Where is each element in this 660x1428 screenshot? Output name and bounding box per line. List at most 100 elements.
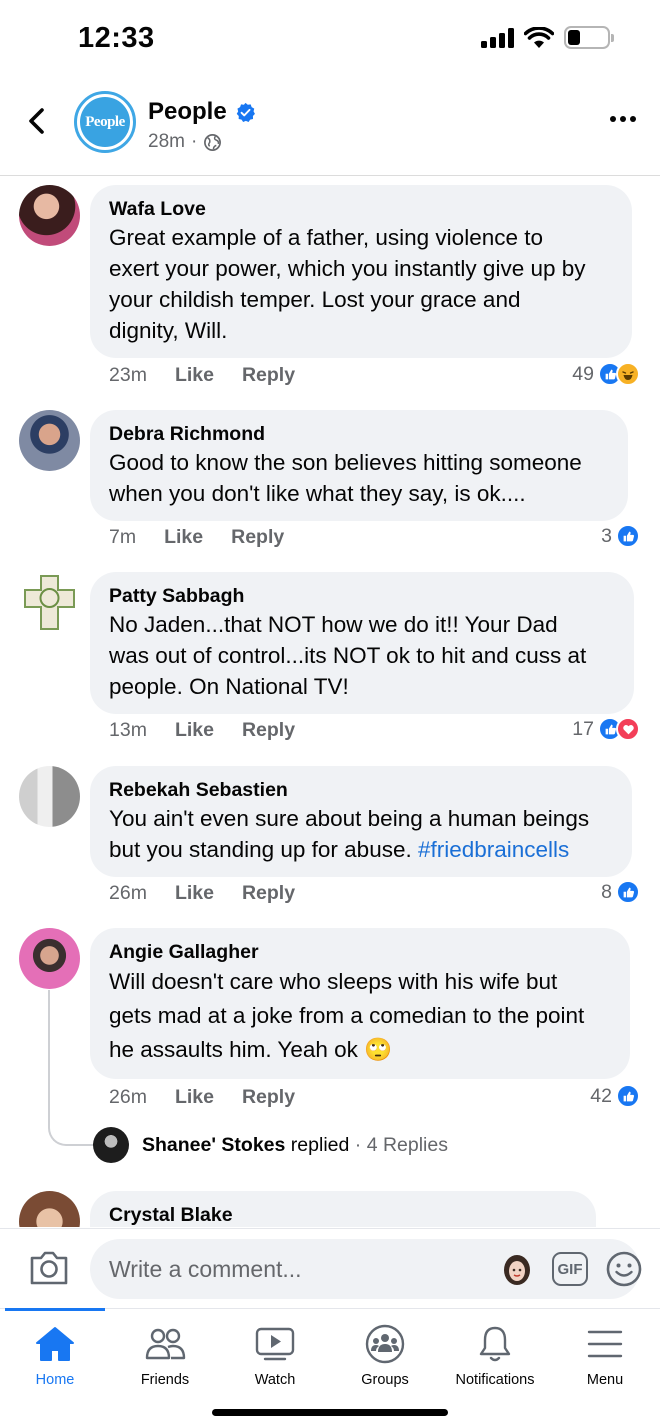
like-reaction-icon	[616, 524, 640, 548]
gif-button[interactable]: GIF	[552, 1252, 588, 1286]
comment-actions: 26m Like Reply	[109, 882, 323, 905]
page-name[interactable]: People	[148, 98, 256, 126]
replied-label: replied	[290, 1133, 350, 1156]
comment-bubble[interactable]: Angie Gallagher Will doesn't care who sl…	[90, 928, 630, 1079]
tab-home[interactable]: Home	[0, 1309, 110, 1409]
groups-icon	[364, 1324, 406, 1364]
reaction-count: 42	[590, 1084, 612, 1107]
like-button[interactable]: Like	[175, 1086, 214, 1109]
comment-text: You ain't even sure about being a human …	[109, 803, 612, 865]
comment-text: Good to know the son believes hitting so…	[109, 450, 582, 506]
tab-groups[interactable]: Groups	[330, 1309, 440, 1409]
comment-actions: 7m Like Reply	[109, 526, 312, 549]
replies-separator: ·	[354, 1133, 362, 1156]
like-reaction-icon	[616, 1084, 640, 1108]
comment-bubble[interactable]: Patty Sabbagh No Jaden...that NOT how we…	[90, 572, 634, 714]
composer-tools: GIF	[500, 1251, 642, 1287]
commenter-avatar[interactable]	[19, 572, 80, 633]
bottom-tab-bar: Home Friends Watch Groups Notifications …	[0, 1308, 660, 1408]
tab-menu[interactable]: Menu	[550, 1309, 660, 1409]
reply-button[interactable]: Reply	[231, 526, 284, 549]
camera-icon[interactable]	[28, 1249, 70, 1287]
more-options-icon[interactable]	[610, 116, 636, 122]
comment-actions: 26m Like Reply	[109, 1086, 323, 1109]
comment-time: 7m	[109, 526, 137, 548]
cellular-signal-icon	[481, 27, 514, 48]
comment-bubble[interactable]: Wafa Love Great example of a father, usi…	[90, 185, 632, 358]
bell-icon	[474, 1325, 516, 1363]
status-bar: 12:33	[0, 0, 660, 80]
reaction-summary[interactable]: 42	[590, 1084, 640, 1108]
reaction-count: 8	[601, 880, 612, 903]
comment-composer: GIF	[0, 1228, 660, 1308]
globe-icon	[204, 133, 222, 151]
page-avatar[interactable]: People	[74, 91, 136, 153]
comment-text-main: Will doesn't care who sleeps with his wi…	[109, 969, 585, 1062]
watch-icon	[254, 1325, 296, 1363]
rolling-eyes-emoji: 🙄	[364, 1037, 393, 1062]
commenter-avatar[interactable]	[19, 928, 80, 989]
replier-name: Shanee' Stokes	[142, 1133, 286, 1156]
commenter-avatar[interactable]	[19, 1191, 80, 1227]
comment-text: Will doesn't care who sleeps with his wi…	[109, 965, 610, 1067]
reply-button[interactable]: Reply	[242, 364, 295, 387]
like-reaction-icon	[616, 880, 640, 904]
emoji-icon[interactable]	[606, 1251, 642, 1287]
tab-label: Home	[35, 1372, 75, 1388]
commenter-name[interactable]: Crystal Blake	[109, 1202, 576, 1227]
commenter-name[interactable]: Patty Sabbagh	[109, 583, 614, 609]
page-logo: People	[80, 97, 130, 147]
comment-bubble[interactable]: Rebekah Sebastien You ain't even sure ab…	[90, 766, 632, 877]
comment-actions: 13m Like Reply	[109, 719, 323, 742]
commenter-name[interactable]: Debra Richmond	[109, 421, 608, 447]
menu-icon	[584, 1325, 626, 1363]
comment-time: 13m	[109, 719, 147, 741]
like-button[interactable]: Like	[175, 719, 214, 742]
tab-label: Menu	[586, 1372, 624, 1388]
tab-label: Watch	[254, 1372, 296, 1388]
replies-count: 4 Replies	[366, 1133, 448, 1156]
comment-time: 26m	[109, 882, 147, 904]
comment-bubble[interactable]: Debra Richmond Good to know the son beli…	[90, 410, 628, 521]
tab-label: Friends	[140, 1372, 190, 1388]
tab-watch[interactable]: Watch	[220, 1309, 330, 1409]
hashtag-link[interactable]: #friedbraincells	[418, 837, 569, 862]
home-indicator[interactable]	[212, 1409, 448, 1416]
like-button[interactable]: Like	[175, 882, 214, 905]
battery-icon	[564, 26, 614, 49]
reaction-count: 49	[572, 362, 594, 385]
commenter-avatar[interactable]	[19, 766, 80, 827]
view-replies-link[interactable]: Shanee' Stokes replied · 4 Replies	[93, 1127, 448, 1163]
commenter-avatar[interactable]	[19, 410, 80, 471]
post-meta: 28m ·	[148, 131, 222, 153]
comment-text: Great example of a father, using violenc…	[109, 225, 586, 343]
comment-bubble[interactable]: Crystal Blake	[90, 1191, 596, 1227]
tab-notifications[interactable]: Notifications	[440, 1309, 550, 1409]
reply-button[interactable]: Reply	[242, 719, 295, 742]
comment-time: 23m	[109, 364, 147, 386]
tab-friends[interactable]: Friends	[110, 1309, 220, 1409]
tab-label: Groups	[361, 1372, 409, 1388]
commenter-avatar[interactable]	[19, 185, 80, 246]
tab-label: Notifications	[455, 1372, 535, 1388]
avatar-sticker-icon[interactable]	[500, 1252, 534, 1286]
friends-icon	[144, 1325, 186, 1363]
home-icon	[34, 1325, 76, 1363]
reply-button[interactable]: Reply	[242, 1086, 295, 1109]
like-button[interactable]: Like	[164, 526, 203, 549]
comments-list: Wafa Love Great example of a father, usi…	[0, 177, 660, 1227]
commenter-name[interactable]: Rebekah Sebastien	[109, 777, 612, 803]
page-name-label: People	[148, 98, 227, 125]
status-icons	[481, 26, 614, 49]
reaction-summary[interactable]: 17	[572, 717, 640, 741]
status-time: 12:33	[78, 22, 155, 54]
reply-button[interactable]: Reply	[242, 882, 295, 905]
like-button[interactable]: Like	[175, 364, 214, 387]
reaction-summary[interactable]: 49	[572, 362, 640, 386]
commenter-name[interactable]: Wafa Love	[109, 196, 612, 222]
reaction-count: 17	[572, 717, 594, 740]
reaction-summary[interactable]: 3	[601, 524, 640, 548]
commenter-name[interactable]: Angie Gallagher	[109, 939, 610, 965]
back-arrow-icon[interactable]	[22, 106, 52, 136]
reaction-summary[interactable]: 8	[601, 880, 640, 904]
